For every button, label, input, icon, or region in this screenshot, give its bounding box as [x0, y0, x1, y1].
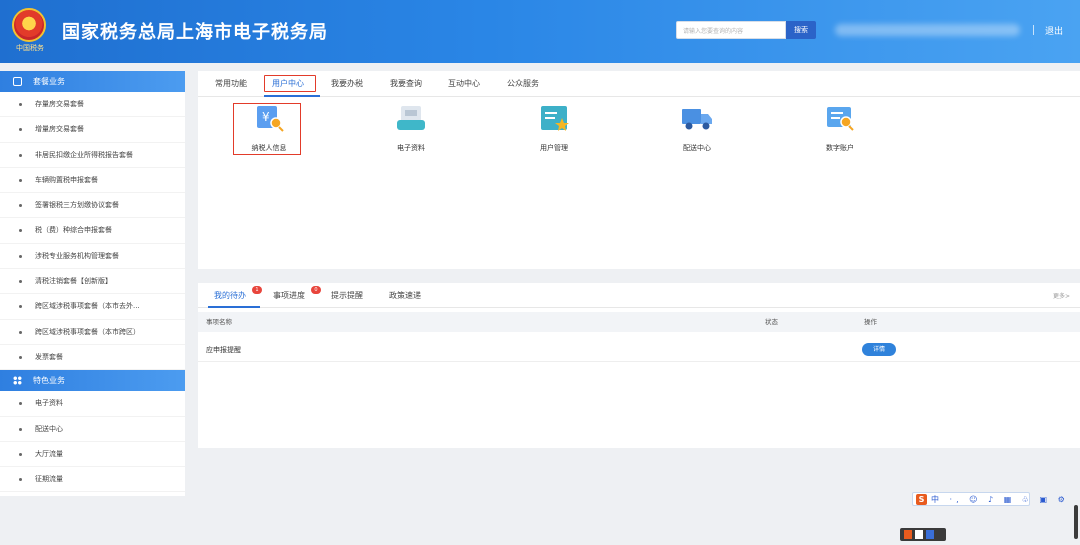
- digital-account-icon: [827, 107, 854, 131]
- sidebar-group-title: 套餐业务: [33, 77, 65, 86]
- ime-toolbar[interactable]: S 中 ·, ☺ ♪ ▦ ♧ ▣ ⚙: [912, 492, 1065, 506]
- sidebar-group-package[interactable]: 套餐业务: [0, 71, 185, 92]
- sidebar-item[interactable]: 税（费）种综合申报套餐: [0, 218, 185, 244]
- todo-tabs: 我的待办 1 事项进度 0 提示提醒 政策速递 更多>: [198, 283, 1080, 308]
- tab-common[interactable]: 常用功能: [215, 78, 247, 89]
- emblem-caption: 中国税务: [16, 44, 44, 52]
- sogou-ime-icon[interactable]: S: [916, 494, 927, 505]
- column-header: 事项名称: [206, 318, 232, 326]
- sidebar-item[interactable]: 配送中心: [0, 417, 185, 442]
- sidebar-item[interactable]: 跨区域涉税事项套餐（本市跨区）: [0, 320, 185, 345]
- header-divider: [1033, 25, 1034, 35]
- function-delivery-center[interactable]: 配送中心: [657, 104, 737, 153]
- top-header: 中国税务 国家税务总局上海市电子税务局 请输入您要查询的内容 搜索 退出: [0, 0, 1080, 63]
- scrollbar-handle[interactable]: [1074, 505, 1078, 539]
- site-title: 国家税务总局上海市电子税务局: [62, 22, 328, 43]
- tab-my-todo[interactable]: 我的待办: [214, 290, 246, 301]
- sidebar: 套餐业务 存量房交易套餐 增量房交易套餐 非居民扣缴企业所得税报告套餐 车辆购置…: [0, 71, 185, 496]
- sidebar-item[interactable]: 非居民扣缴企业所得税报告套餐: [0, 143, 185, 168]
- user-management-icon: [541, 106, 569, 131]
- app-icon: [904, 530, 912, 539]
- more-link[interactable]: 更多>: [1053, 291, 1070, 300]
- sidebar-item[interactable]: 电子资料: [0, 391, 185, 417]
- tab-interaction[interactable]: 互动中心: [448, 78, 480, 89]
- search-button[interactable]: 搜索: [786, 21, 816, 39]
- user-center-panel: 常用功能 用户中心 我要办税 我要查询 互动中心 公众服务 ¥ 纳税人信息 电子…: [198, 71, 1080, 269]
- function-electronic-documents[interactable]: 电子资料: [371, 104, 451, 153]
- tab-highlight-box: [264, 75, 316, 92]
- tab-progress[interactable]: 事项进度: [273, 290, 305, 301]
- function-label: 电子资料: [397, 144, 425, 152]
- sidebar-item[interactable]: 清税注销套餐【创新版】: [0, 269, 185, 295]
- main-tabs: 常用功能 用户中心 我要办税 我要查询 互动中心 公众服务: [198, 71, 1080, 97]
- sidebar-item[interactable]: 存量房交易套餐: [0, 92, 185, 118]
- logout-link[interactable]: 退出: [1045, 24, 1063, 37]
- package-icon: [13, 77, 22, 86]
- ime-controls[interactable]: 中 ·, ☺ ♪ ▦ ♧ ▣ ⚙: [931, 494, 1069, 506]
- tab-policy-express[interactable]: 政策速递: [389, 290, 421, 301]
- search-input[interactable]: 请输入您要查询的内容: [676, 21, 786, 39]
- table-row: 应申报提醒 详情: [198, 338, 1080, 362]
- function-label: 配送中心: [683, 144, 711, 152]
- table-header: 事项名称 状态 操作: [198, 312, 1080, 332]
- tab-do-tax[interactable]: 我要办税: [331, 78, 363, 89]
- column-header: 状态: [765, 318, 778, 326]
- active-tab-underline: [208, 306, 260, 308]
- sidebar-item[interactable]: 涉税专业服务机构管理套餐: [0, 244, 185, 270]
- redacted-user-info: [835, 24, 1020, 36]
- column-header: 操作: [864, 318, 877, 326]
- sidebar-item[interactable]: 大厅流量: [0, 442, 185, 468]
- tab-public-service[interactable]: 公众服务: [507, 78, 539, 89]
- sidebar-group-title: 特色业务: [33, 376, 65, 386]
- progress-count-badge: 0: [311, 286, 321, 294]
- sidebar-item[interactable]: 增量房交易套餐: [0, 117, 185, 143]
- function-user-management[interactable]: 用户管理: [514, 104, 594, 153]
- sidebar-item[interactable]: 车辆购置税申报套餐: [0, 168, 185, 194]
- app-icon: [915, 530, 923, 539]
- function-highlight-box: [233, 103, 301, 155]
- electronic-documents-icon: [397, 106, 425, 130]
- todo-panel: 我的待办 1 事项进度 0 提示提醒 政策速递 更多> 事项名称 状态 操作 应…: [198, 283, 1080, 448]
- todo-count-badge: 1: [252, 286, 262, 294]
- sidebar-item[interactable]: 征期流量: [0, 467, 185, 493]
- grid-icon: [13, 376, 22, 386]
- taskbar-thumbnail[interactable]: [900, 528, 946, 541]
- function-digital-account[interactable]: 数字账户: [800, 104, 880, 153]
- tax-emblem-logo: [12, 8, 46, 42]
- tab-reminders[interactable]: 提示提醒: [331, 290, 363, 301]
- tab-query[interactable]: 我要查询: [390, 78, 422, 89]
- function-label: 用户管理: [540, 144, 568, 152]
- sidebar-item[interactable]: 跨区域涉税事项套餐（本市去外...: [0, 294, 185, 320]
- app-icon: [926, 530, 934, 539]
- sidebar-group-special[interactable]: 特色业务: [0, 370, 185, 392]
- item-name: 应申报提醒: [206, 346, 241, 354]
- sidebar-item[interactable]: 发票套餐: [0, 345, 185, 371]
- detail-button[interactable]: 详情: [862, 343, 896, 356]
- function-label: 数字账户: [826, 144, 854, 152]
- sidebar-item[interactable]: 签署银税三方划缴协议套餐: [0, 193, 185, 219]
- active-tab-underline: [264, 95, 320, 97]
- delivery-truck-icon: [682, 109, 712, 130]
